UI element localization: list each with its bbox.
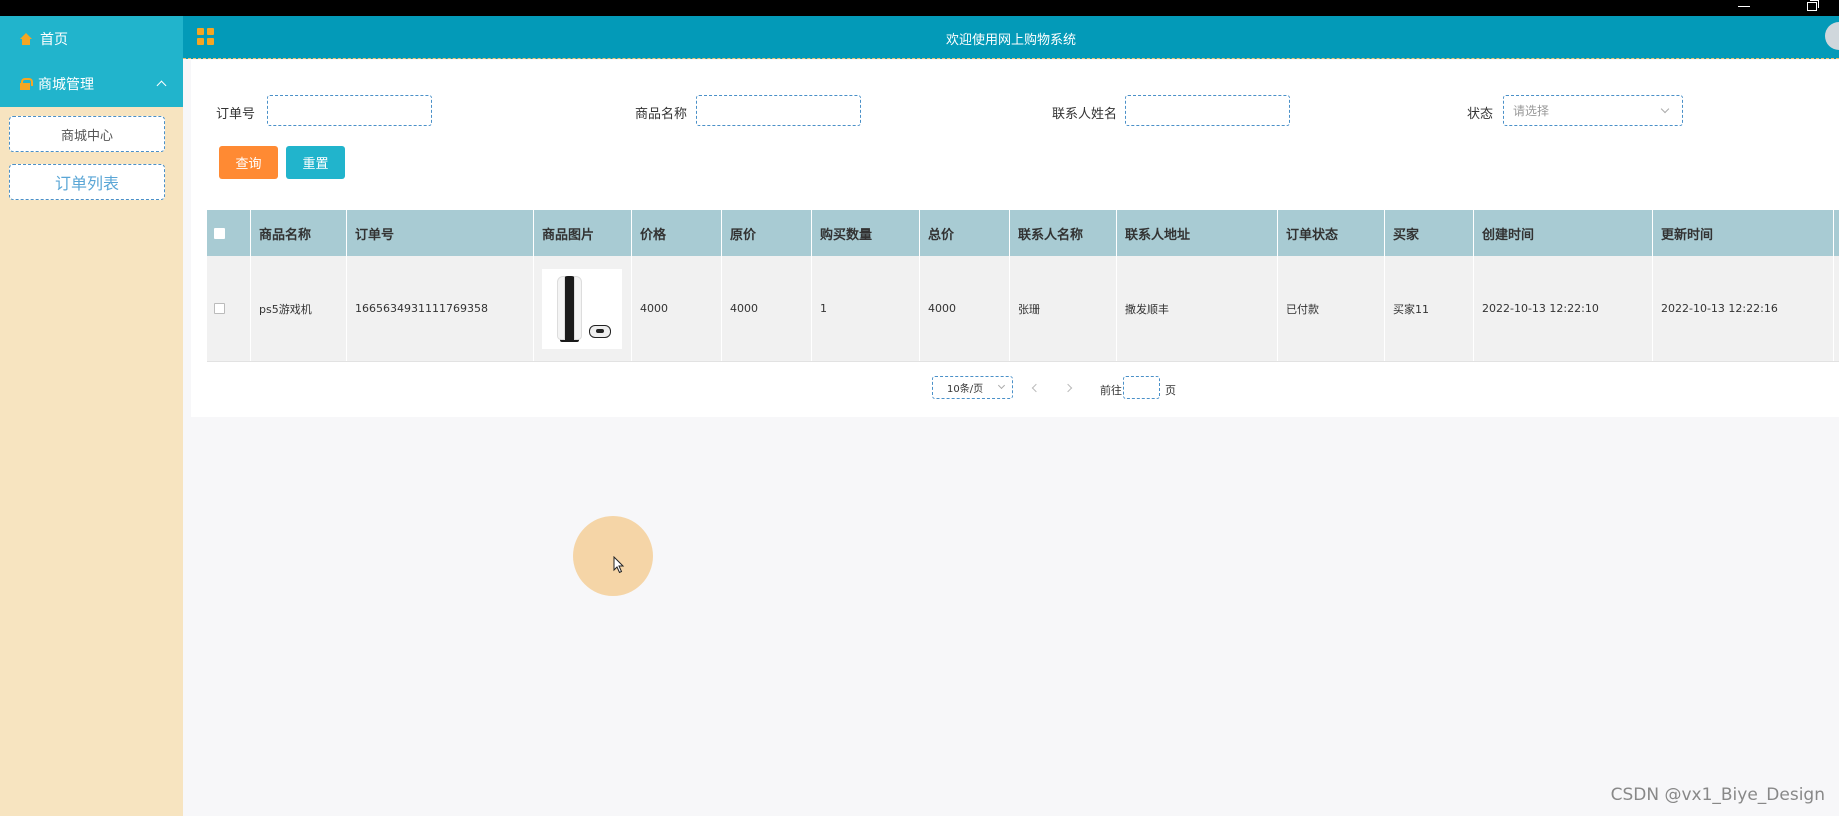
page-title: 欢迎使用网上购物系统 (945, 33, 1076, 48)
sidebar-item-mall-management[interactable]: 商城管理 (0, 61, 183, 106)
cell-price: 4000 (632, 256, 722, 361)
column-header[interactable]: 订单号 (347, 210, 534, 256)
sidebar-nav: 首页 商城管理 (0, 16, 183, 107)
query-button[interactable]: 查询 (219, 146, 278, 179)
chevron-up-icon (156, 80, 167, 91)
column-header[interactable]: 更新时间 (1653, 210, 1834, 256)
goto-label: 前往 (1100, 384, 1122, 397)
select-all-cell (207, 210, 251, 256)
select-all-checkbox[interactable] (214, 227, 225, 239)
table-header: 商品名称 订单号 商品图片 价格 原价 购买数量 总价 联系人名称 联系人地址 … (207, 210, 1839, 256)
cell-total: 4000 (920, 256, 1010, 361)
cell-buyer: 买家11 (1385, 256, 1474, 361)
cell-status: 已付款 (1278, 256, 1385, 361)
screen-top-bar (0, 0, 1839, 16)
column-header[interactable]: 价格 (632, 210, 722, 256)
cell-contact-name: 张珊 (1010, 256, 1117, 361)
sidebar-subitem-label: 订单列表 (54, 174, 119, 193)
lock-icon (20, 77, 33, 90)
cell-product-image (534, 256, 632, 361)
restore-icon[interactable] (1807, 0, 1819, 11)
sidebar-item-label: 首页 (40, 31, 68, 48)
chevron-down-icon (1660, 104, 1670, 114)
column-header[interactable]: 总价 (920, 210, 1010, 256)
next-page-icon[interactable] (1063, 383, 1073, 393)
column-header[interactable]: 原价 (722, 210, 812, 256)
order-table: 商品名称 订单号 商品图片 价格 原价 购买数量 总价 联系人名称 联系人地址 … (207, 210, 1839, 362)
contact-name-input[interactable] (1125, 95, 1290, 126)
sidebar-subitem-label: 商城中心 (60, 128, 113, 144)
column-header[interactable]: 创建时间 (1474, 210, 1653, 256)
order-list-panel: 订单号 商品名称 联系人姓名 状态 请选择 查询 重置 商品名称 订单号 商品图… (191, 60, 1839, 417)
sidebar-item-label: 商城管理 (38, 76, 94, 93)
column-header[interactable]: 商品图片 (534, 210, 632, 256)
watermark: CSDN @vx1_Biye_Design (1610, 785, 1825, 805)
order-no-label: 订单号 (216, 107, 256, 122)
table-row[interactable]: ps5游戏机 1665634931111769358 4000 4000 1 4… (207, 256, 1839, 362)
sidebar-item-home[interactable]: 首页 (0, 16, 183, 61)
column-header[interactable]: 买家 (1385, 210, 1474, 256)
sidebar-subitem-order-list[interactable]: 订单列表 (9, 164, 165, 200)
status-label: 状态 (1467, 107, 1494, 122)
cell-order-no: 1665634931111769358 (347, 256, 534, 361)
cell-product-name: ps5游戏机 (251, 256, 347, 361)
contact-name-label: 联系人姓名 (1052, 107, 1118, 122)
status-select[interactable]: 请选择 (1503, 95, 1683, 126)
order-no-input[interactable] (267, 95, 432, 126)
chevron-down-icon (997, 381, 1006, 390)
sidebar-subitem-mall-center[interactable]: 商城中心 (9, 116, 165, 152)
row-checkbox[interactable] (214, 303, 225, 314)
minimize-icon[interactable] (1738, 6, 1750, 7)
column-header[interactable]: 联系人地址 (1117, 210, 1278, 256)
product-name-input[interactable] (696, 95, 861, 126)
prev-page-icon[interactable] (1031, 383, 1041, 393)
product-image[interactable] (542, 268, 622, 349)
sidebar: 首页 商城管理 商城中心 订单列表 (0, 16, 183, 816)
cell-created-time: 2022-10-13 12:22:10 (1474, 256, 1653, 361)
page-size-select[interactable]: 10条/页 (932, 376, 1013, 399)
reset-button[interactable]: 重置 (286, 146, 345, 179)
home-icon (20, 32, 32, 45)
cell-updated-time: 2022-10-13 12:22:16 (1653, 256, 1834, 361)
row-select-cell (207, 256, 251, 361)
status-select-placeholder: 请选择 (1513, 104, 1550, 118)
cell-contact-address: 撒发顺丰 (1117, 256, 1278, 361)
column-header[interactable]: 商品名称 (251, 210, 347, 256)
cell-quantity: 1 (812, 256, 920, 361)
product-name-label: 商品名称 (635, 107, 688, 122)
column-header[interactable]: 联系人名称 (1010, 210, 1117, 256)
column-header[interactable]: 订单状态 (1278, 210, 1385, 256)
page-unit-label: 页 (1165, 384, 1176, 397)
mouse-cursor-icon (613, 556, 625, 574)
page-size-value: 10条/页 (947, 384, 984, 395)
top-header: 欢迎使用网上购物系统 (183, 16, 1839, 59)
cell-original-price: 4000 (722, 256, 812, 361)
goto-page-input[interactable] (1123, 376, 1160, 399)
column-header[interactable]: 购买数量 (812, 210, 920, 256)
